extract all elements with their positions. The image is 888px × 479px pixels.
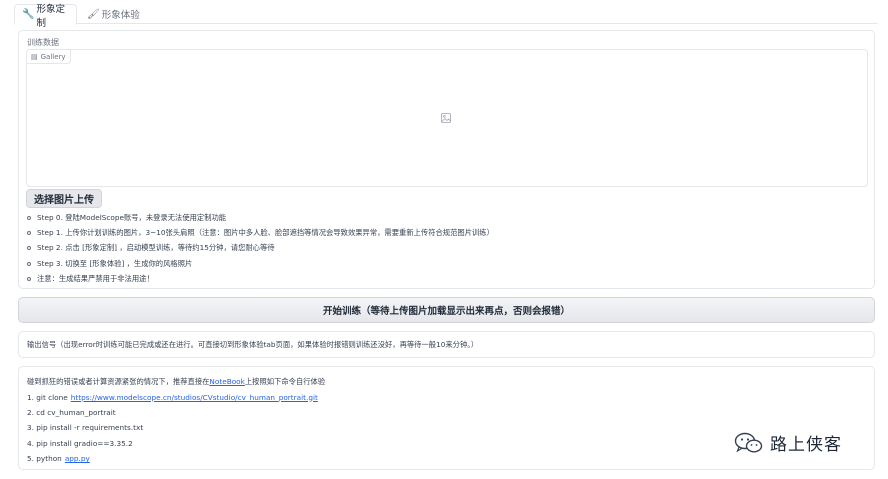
notes-intro-before: 碰到抓狂的错误或者计算资源紧张的情况下，推荐直接在 <box>27 376 210 386</box>
bullet-icon <box>27 231 31 236</box>
tab-customize-label: 形象定制 <box>36 3 65 29</box>
bullet-icon <box>27 246 31 251</box>
wechat-icon <box>734 432 763 453</box>
watermark: 路上侠客 <box>734 430 842 455</box>
training-panel: 训练数据 ▤ Gallery 选择图片上传 Step 0. 登陆ModelSco… <box>18 30 875 289</box>
step-text: 注意：生成结果严禁用于非法用途！ <box>37 274 154 284</box>
image-placeholder-icon <box>441 113 451 123</box>
brush-icon: 🖌 <box>87 8 100 20</box>
list-item: 注意：生成结果严禁用于非法用途！ <box>27 272 494 287</box>
start-training-button[interactable]: 开始训练（等待上传图片加载显示出来再点，否则会报错） <box>18 297 875 323</box>
tab-experience[interactable]: 🖌 形象体验 <box>80 4 147 24</box>
tab-customize[interactable]: 🔧 形象定制 <box>14 4 77 29</box>
step-text: Step 3. 切换至 [形象体验] ，生成你的风格照片 <box>37 258 193 268</box>
watermark-text: 路上侠客 <box>770 435 842 455</box>
list-item: Step 0. 登陆ModelScope账号，未登录无法使用定制功能 <box>27 210 494 225</box>
instruction-list: Step 0. 登陆ModelScope账号，未登录无法使用定制功能 Step … <box>27 210 494 287</box>
bullet-icon <box>27 261 31 266</box>
bullet-icon <box>27 215 31 220</box>
notes-intro-after: 上按照如下命令自行体验 <box>244 376 326 386</box>
step-text: Step 1. 上传你计划训练的图片，3~10张头肩照（注意：图片中多人脸、脸部… <box>37 228 494 238</box>
gallery-tag-label: Gallery <box>40 52 66 61</box>
output-signal-box: 输出信号（出现error时训练可能已完成或还在进行。可直接切到形象体验tab页面… <box>18 331 875 358</box>
list-item: Step 1. 上传你计划训练的图片，3~10张头肩照（注意：图片中多人脸、脸部… <box>27 225 494 240</box>
command-line-2: 2. cd cv_human_portrait <box>27 407 116 417</box>
step-text: Step 2. 点击 [形象定制] ，启动模型训练，等待约15分钟，请您耐心等待 <box>37 243 275 253</box>
command-prefix: 5. python <box>27 454 62 464</box>
upload-images-button[interactable]: 选择图片上传 <box>26 189 102 208</box>
command-line-1: 1. git clone https://www.modelscope.cn/st… <box>27 389 874 404</box>
gallery-tag: ▤ Gallery <box>27 50 71 64</box>
list-item: Step 3. 切换至 [形象体验] ，生成你的风格照片 <box>27 256 494 271</box>
notes-intro: 碰到抓狂的错误或者计算资源紧张的情况下，推荐直接在 NoteBook 上按照如下命令… <box>27 374 874 389</box>
tab-bar: 🔧 形象定制 🖌 形象体验 <box>14 4 878 29</box>
tab-experience-label: 形象体验 <box>101 10 140 21</box>
repo-link[interactable]: https://www.modelscope.cn/studios/CVstud… <box>71 393 318 402</box>
gallery-icon: ▤ <box>31 52 38 61</box>
tool-icon: 🔧 <box>22 9 35 20</box>
training-data-label: 训练数据 <box>27 38 59 47</box>
command-prefix: 1. git clone <box>27 392 68 402</box>
app-py-link[interactable]: app.py <box>65 454 90 463</box>
bullet-icon <box>27 277 31 282</box>
step-text: Step 0. 登陆ModelScope账号，未登录无法使用定制功能 <box>37 212 227 222</box>
output-signal-text: 输出信号（出现error时训练可能已完成或还在进行。可直接切到形象体验tab页面… <box>27 339 479 349</box>
list-item: Step 2. 点击 [形象定制] ，启动模型训练，等待约15分钟，请您耐心等待 <box>27 241 494 256</box>
image-gallery[interactable]: ▤ Gallery <box>26 49 868 187</box>
notebook-link[interactable]: NoteBook <box>209 377 244 386</box>
